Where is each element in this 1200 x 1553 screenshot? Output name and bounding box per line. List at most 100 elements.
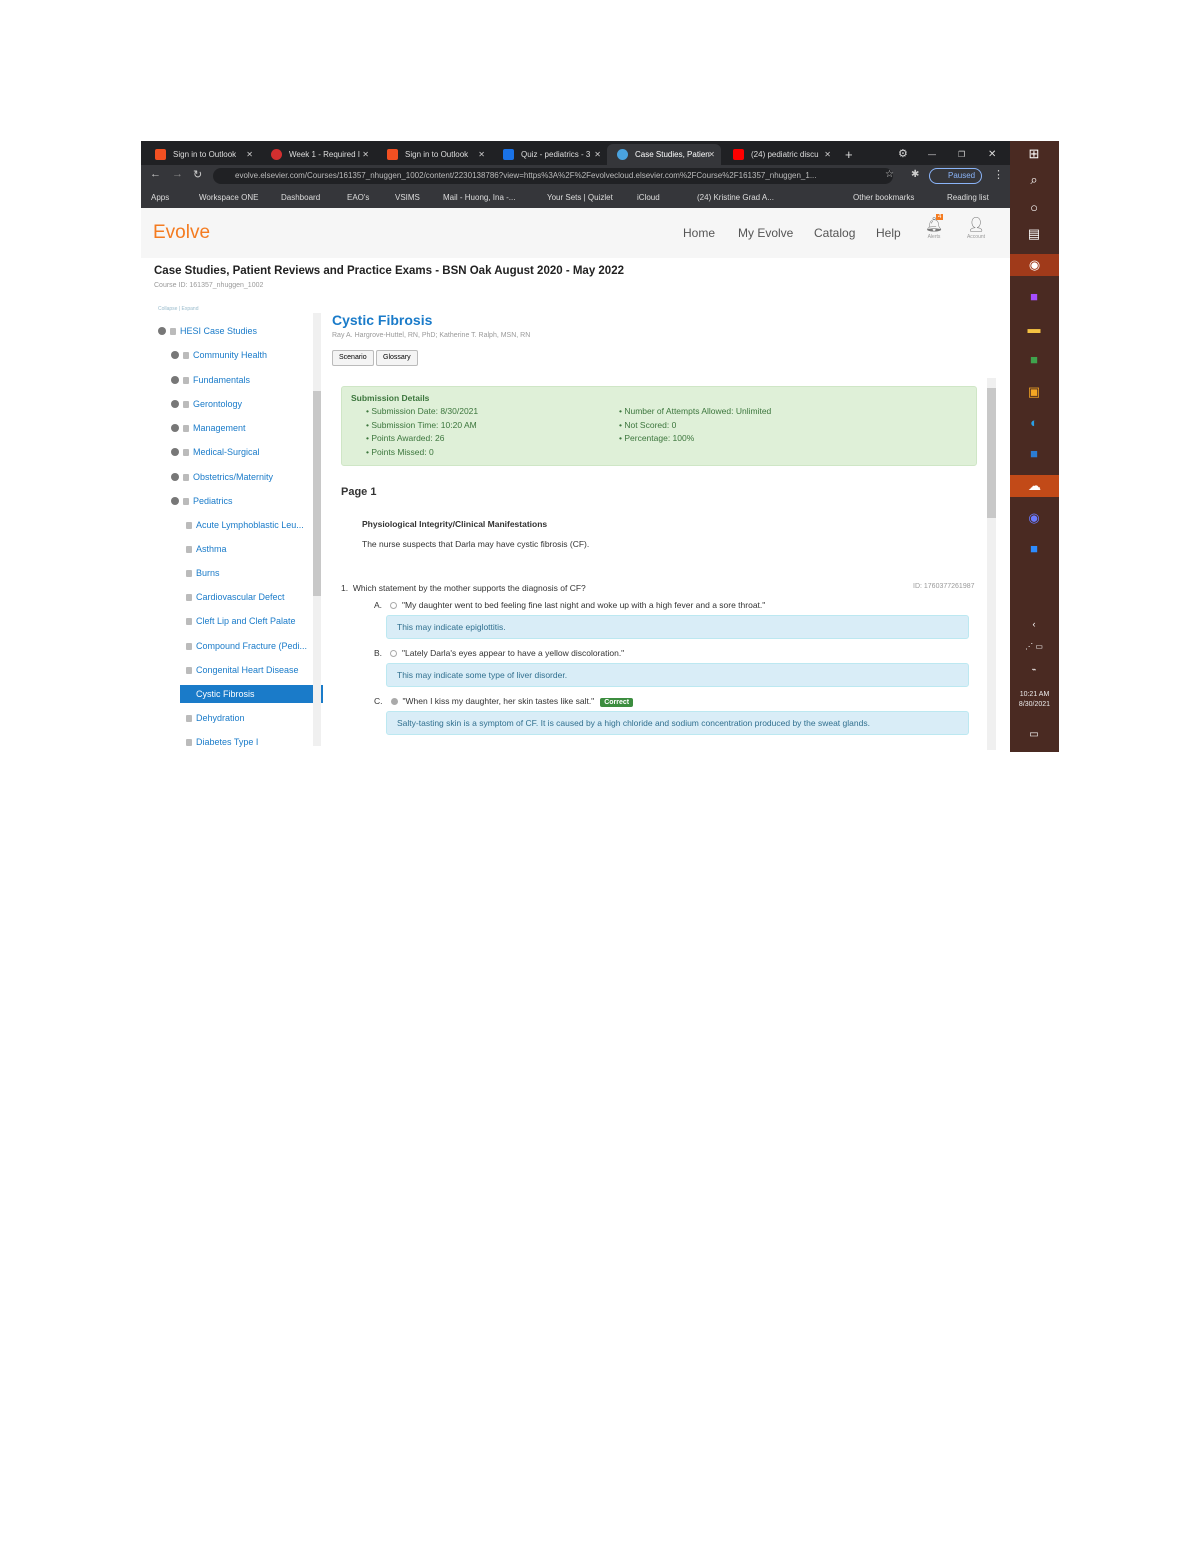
option-c[interactable]: C. "When I kiss my daughter, her skin tas… — [374, 696, 634, 707]
close-window-button[interactable]: ✕ — [986, 144, 1006, 165]
sidebar-item[interactable]: Medical-Surgical — [171, 443, 260, 461]
reload-icon[interactable]: ↻ — [193, 168, 202, 181]
sidebar-item[interactable]: Congenital Heart Disease — [186, 661, 299, 679]
browser-tab[interactable]: Sign in to Outlook ✕ — [145, 144, 259, 165]
glossary-button[interactable]: Glossary — [376, 350, 418, 366]
widgets-icon[interactable]: ▤ — [1023, 223, 1045, 245]
other-bookmarks[interactable]: Other bookmarks — [853, 187, 914, 208]
nav-catalog[interactable]: Catalog — [814, 226, 855, 240]
browser-tab[interactable]: (24) pediatric discu ✕ — [723, 144, 837, 165]
notifications-icon[interactable]: ▭ — [1023, 724, 1045, 746]
bookmark[interactable]: EAO's — [347, 187, 369, 208]
option-a[interactable]: A. "My daughter went to bed feeling fine … — [374, 600, 765, 610]
sidebar-item[interactable]: Cystic Fibrosis — [180, 685, 323, 703]
expand-icon[interactable] — [171, 376, 179, 384]
sidebar-item[interactable]: Management — [171, 419, 246, 437]
collapse-icon[interactable] — [171, 497, 179, 505]
sidebar-item[interactable]: Dehydration — [186, 709, 245, 727]
sidebar-item[interactable]: Compound Fracture (Pedi... — [186, 637, 307, 655]
windows-start-icon[interactable]: ⊞ — [1023, 143, 1045, 165]
restore-button[interactable]: ❐ — [956, 144, 976, 165]
collapse-expand-link[interactable]: Collapse | Expand — [158, 306, 199, 312]
star-icon[interactable]: ☆ — [885, 169, 894, 180]
url-input[interactable]: evolve.elsevier.com/Courses/161357_nhugg… — [213, 168, 893, 184]
nav-help[interactable]: Help — [876, 226, 901, 240]
minimize-button[interactable]: — — [926, 144, 946, 165]
main-scroll-thumb[interactable] — [987, 388, 996, 518]
back-icon[interactable]: ← — [150, 168, 161, 180]
bookmark[interactable]: iCloud — [637, 187, 660, 208]
bookmark[interactable]: Workspace ONE — [199, 187, 258, 208]
puzzle-icon[interactable]: ✱ — [911, 169, 919, 180]
scenario-button[interactable]: Scenario — [332, 350, 374, 366]
close-icon[interactable]: ✕ — [708, 144, 715, 165]
new-tab-button[interactable]: + — [841, 144, 861, 165]
sidebar-item[interactable]: Pediatrics — [171, 492, 233, 510]
bookmark[interactable]: Mail - Huong, Ina -... — [443, 187, 515, 208]
expand-icon[interactable] — [171, 448, 179, 456]
bookmark[interactable]: VSIMS — [395, 187, 420, 208]
app-icon[interactable]: ■ — [1023, 349, 1045, 371]
network-icon[interactable]: ⋰ ▭ — [1023, 636, 1045, 658]
sidebar-item[interactable]: Community Health — [171, 346, 267, 364]
alerts-button[interactable]: 🔔︎ 4 Alerts — [921, 214, 947, 240]
chevron-up-icon[interactable]: ‹ — [1023, 613, 1045, 635]
onenote-icon[interactable]: ■ — [1023, 286, 1045, 308]
bookmark[interactable]: (24) Kristine Grad A... — [697, 187, 774, 208]
bookmark[interactable]: Apps — [151, 187, 169, 208]
bookmark[interactable]: Your Sets | Quizlet — [547, 187, 613, 208]
reading-list[interactable]: Reading list — [947, 187, 989, 208]
evolve-logo[interactable]: Evolve — [153, 222, 210, 244]
store-icon[interactable]: ▣ — [1023, 381, 1045, 403]
browser-tab[interactable]: Quiz - pediatrics - 3 ✕ — [493, 144, 607, 165]
radio-button[interactable] — [390, 650, 398, 657]
sidebar-item[interactable]: Cardiovascular Defect — [186, 588, 285, 606]
chrome-icon[interactable]: ◉ — [1010, 254, 1059, 276]
forward-icon[interactable]: → — [172, 168, 183, 180]
sidebar-scroll-thumb[interactable] — [313, 391, 321, 596]
close-icon[interactable]: ✕ — [594, 144, 601, 165]
volume-icon[interactable]: ⌁ — [1023, 659, 1045, 681]
bookmark[interactable]: Dashboard — [281, 187, 320, 208]
close-icon[interactable]: ✕ — [824, 144, 831, 165]
close-icon[interactable]: ✕ — [478, 144, 485, 165]
sidebar-item[interactable]: Burns — [186, 564, 220, 582]
edge-icon[interactable]: ◐ — [1023, 412, 1045, 434]
app-icon-2[interactable]: ◉ — [1023, 507, 1045, 529]
outlook-icon[interactable]: ■ — [1023, 443, 1045, 465]
file-explorer-icon[interactable]: ▬ — [1023, 318, 1045, 340]
close-icon[interactable]: ✕ — [362, 144, 369, 165]
zoom-icon[interactable]: ■ — [1023, 538, 1045, 560]
alert-count-badge: 4 — [936, 214, 944, 220]
expand-icon[interactable] — [171, 424, 179, 432]
sidebar-item[interactable]: Acute Lymphoblastic Leu... — [186, 516, 304, 534]
expand-icon[interactable] — [171, 473, 179, 481]
expand-icon[interactable] — [171, 351, 179, 359]
sidebar-item[interactable]: Cleft Lip and Cleft Palate — [186, 612, 296, 630]
account-button[interactable]: 👤︎ Account — [959, 216, 993, 240]
close-icon[interactable]: ✕ — [246, 144, 253, 165]
sidebar-item[interactable]: Obstetrics/Maternity — [171, 468, 273, 486]
radio-button[interactable] — [390, 602, 398, 609]
menu-icon[interactable]: ⋮ — [993, 168, 1004, 181]
sidebar-item[interactable]: HESI Case Studies — [158, 322, 257, 340]
nav-my-evolve[interactable]: My Evolve — [738, 226, 793, 240]
extension-icon[interactable]: ⚙ — [896, 144, 916, 165]
sidebar-item[interactable]: Asthma — [186, 540, 227, 558]
option-b[interactable]: B. "Lately Darla's eyes appear to have a … — [374, 648, 624, 658]
search-icon[interactable]: ⌕ — [1023, 169, 1045, 191]
browser-tab[interactable]: Week 1 - Required I ✕ — [261, 144, 375, 165]
task-view-icon[interactable]: ○ — [1023, 197, 1045, 219]
sidebar-item[interactable]: Diabetes Type I — [186, 733, 258, 751]
browser-tab-active[interactable]: Case Studies, Patien ✕ — [607, 144, 721, 165]
collapse-icon[interactable] — [158, 327, 166, 335]
radio-button-selected[interactable] — [390, 698, 398, 705]
browser-tab[interactable]: Sign in to Outlook ✕ — [377, 144, 491, 165]
expand-icon[interactable] — [171, 400, 179, 408]
sidebar-item[interactable]: Gerontology — [171, 395, 242, 413]
sidebar-item[interactable]: Fundamentals — [171, 371, 250, 389]
onedrive-icon[interactable]: ☁ — [1010, 475, 1059, 497]
taskbar-clock[interactable]: 10:21 AM 8/30/2021 — [1012, 690, 1057, 710]
profile-button[interactable]: Paused — [929, 168, 983, 184]
nav-home[interactable]: Home — [683, 226, 715, 240]
